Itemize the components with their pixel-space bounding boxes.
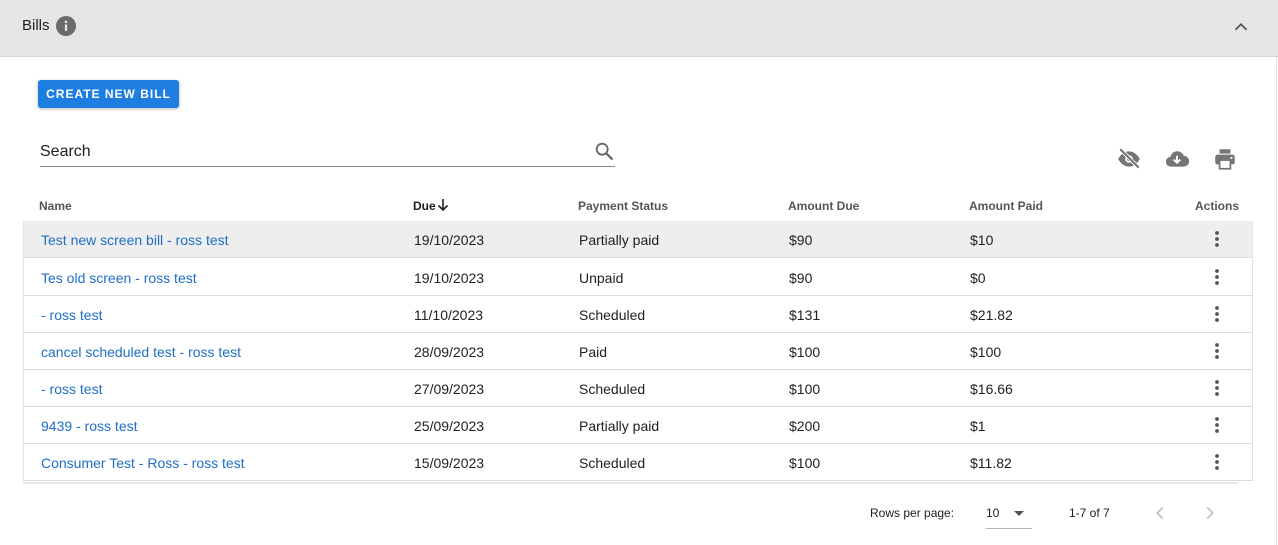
due-date: 27/09/2023 xyxy=(414,381,485,397)
amount-due: $131 xyxy=(789,307,821,323)
more-vertical-icon[interactable] xyxy=(1207,304,1227,324)
more-vertical-icon[interactable] xyxy=(1207,341,1227,361)
rows-per-page-label: Rows per page: xyxy=(870,506,955,520)
create-new-bill-button[interactable]: CREATE NEW BILL xyxy=(38,80,179,108)
due-date: 28/09/2023 xyxy=(414,344,485,360)
panel-border xyxy=(1276,57,1277,545)
bill-name-link[interactable]: 9439 - ross test xyxy=(41,418,138,434)
pagination-range: 1-7 of 7 xyxy=(1069,506,1110,520)
more-vertical-icon[interactable] xyxy=(1207,452,1227,472)
amount-paid: $100 xyxy=(970,344,1002,360)
visibility-off-icon[interactable] xyxy=(1116,146,1142,172)
due-date: 15/09/2023 xyxy=(414,455,485,471)
chevron-right-icon[interactable] xyxy=(1199,502,1221,524)
search-field xyxy=(40,138,615,167)
amount-due: $100 xyxy=(789,381,821,397)
column-header-amount-paid[interactable]: Amount Paid xyxy=(969,199,1043,213)
more-vertical-icon[interactable] xyxy=(1207,378,1227,398)
table-row[interactable]: Test new screen bill - ross test 19/10/2… xyxy=(23,221,1253,258)
due-date: 19/10/2023 xyxy=(414,232,485,248)
chevron-up-icon[interactable] xyxy=(1230,16,1252,38)
amount-due: $90 xyxy=(789,232,813,248)
bill-name-link[interactable]: Test new screen bill - ross test xyxy=(41,232,229,248)
column-header-due[interactable]: Due xyxy=(413,199,436,213)
bill-name-link[interactable]: cancel scheduled test - ross test xyxy=(41,344,241,360)
page-title: Bills xyxy=(22,17,50,34)
amount-due: $100 xyxy=(789,455,821,471)
more-vertical-icon[interactable] xyxy=(1207,267,1227,287)
payment-status: Scheduled xyxy=(579,307,646,323)
payment-status: Scheduled xyxy=(579,381,646,397)
amount-paid: $1 xyxy=(970,418,986,434)
payment-status: Paid xyxy=(579,344,608,360)
amount-paid: $10 xyxy=(970,232,994,248)
chevron-left-icon[interactable] xyxy=(1149,502,1171,524)
more-vertical-icon[interactable] xyxy=(1207,415,1227,435)
rows-per-page-select[interactable]: 10 xyxy=(986,497,1032,529)
amount-due: $200 xyxy=(789,418,821,434)
bills-header: Bills xyxy=(0,0,1278,57)
info-icon[interactable] xyxy=(56,16,76,36)
amount-paid: $11.82 xyxy=(970,455,1012,471)
search-input[interactable] xyxy=(40,138,580,165)
column-header-payment-status[interactable]: Payment Status xyxy=(578,199,668,213)
column-header-name[interactable]: Name xyxy=(39,199,72,213)
bill-name-link[interactable]: - ross test xyxy=(41,381,102,397)
bill-name-link[interactable]: Consumer Test - Ross - ross test xyxy=(41,455,245,471)
table-row[interactable]: - ross test 11/10/2023 Scheduled $131 $2… xyxy=(23,296,1253,333)
print-icon[interactable] xyxy=(1212,146,1238,172)
bill-name-link[interactable]: - ross test xyxy=(41,307,102,323)
due-date: 11/10/2023 xyxy=(414,307,484,323)
amount-due: $90 xyxy=(789,270,813,286)
table-row[interactable]: cancel scheduled test - ross test 28/09/… xyxy=(23,333,1253,370)
payment-status: Partially paid xyxy=(579,232,660,248)
table-row[interactable]: Tes old screen - ross test 19/10/2023 Un… xyxy=(23,259,1253,296)
bill-name-link[interactable]: Tes old screen - ross test xyxy=(41,270,197,286)
amount-due: $100 xyxy=(789,344,821,360)
amount-paid: $21.82 xyxy=(970,307,1013,323)
amount-paid: $16.66 xyxy=(970,381,1013,397)
amount-paid: $0 xyxy=(970,270,986,286)
table-row[interactable]: - ross test 27/09/2023 Scheduled $100 $1… xyxy=(23,370,1253,407)
cloud-download-icon[interactable] xyxy=(1164,146,1190,172)
more-vertical-icon[interactable] xyxy=(1207,229,1227,249)
due-date: 19/10/2023 xyxy=(414,270,485,286)
table-row[interactable]: 9439 - ross test 25/09/2023 Partially pa… xyxy=(23,407,1253,444)
table-row[interactable]: Consumer Test - Ross - ross test 15/09/2… xyxy=(23,444,1253,481)
due-date: 25/09/2023 xyxy=(414,418,485,434)
bills-table: Test new screen bill - ross test 19/10/2… xyxy=(23,221,1253,483)
column-header-amount-due[interactable]: Amount Due xyxy=(788,199,859,213)
table-bottom-divider xyxy=(23,482,1238,484)
column-header-actions: Actions xyxy=(1195,199,1240,213)
payment-status: Scheduled xyxy=(579,455,646,471)
rows-per-page-value: 10 xyxy=(986,506,1000,520)
arrow-down-icon[interactable] xyxy=(436,197,450,213)
payment-status: Partially paid xyxy=(579,418,660,434)
caret-down-icon xyxy=(1014,511,1024,516)
search-icon[interactable] xyxy=(593,140,615,162)
payment-status: Unpaid xyxy=(579,270,624,286)
